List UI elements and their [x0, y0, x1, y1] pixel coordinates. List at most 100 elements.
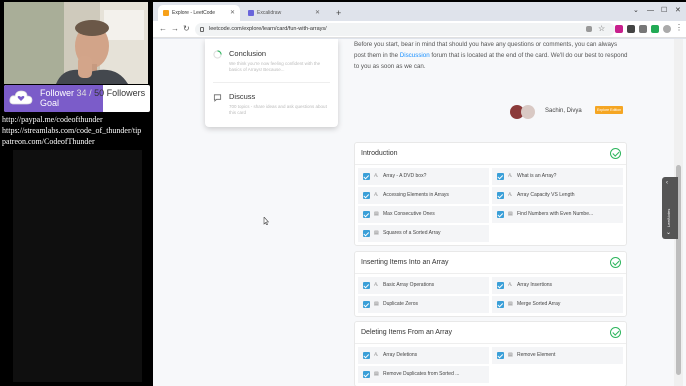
- tab-label: Excalidraw: [257, 10, 282, 16]
- close-tab-icon[interactable]: ✕: [315, 5, 320, 21]
- card-authors: Sachin, Divya Explore Edition: [508, 104, 626, 126]
- chapter-item[interactable]: 𝔸 Array Capacity VS Length: [492, 187, 623, 204]
- back-icon[interactable]: ←: [159, 23, 167, 35]
- extension-puzzle-icon[interactable]: [627, 25, 635, 33]
- close-window-icon[interactable]: ✕: [675, 6, 681, 16]
- streamlabs-link: https://streamlabs.com/code_of_thunder/t…: [2, 126, 142, 135]
- chapter-item-label: Duplicate Zeros: [383, 301, 419, 307]
- reload-icon[interactable]: ↻: [183, 23, 190, 35]
- close-tab-icon[interactable]: ✕: [230, 5, 235, 21]
- forward-icon[interactable]: →: [171, 23, 179, 35]
- leetnotes-side-tab[interactable]: ‹ LeetNotes ⌄: [662, 177, 678, 239]
- address-bar[interactable]: leetcode.com/explore/learn/card/fun-with…: [195, 23, 615, 36]
- chevron-down-icon: ⌄: [666, 230, 672, 236]
- side-tab-label: LeetNotes: [666, 208, 671, 227]
- chapter-section: Introduction 𝔸 Array - A DVD box? 𝔸 What is …: [354, 142, 627, 246]
- extension-icon[interactable]: [615, 25, 623, 33]
- chapter-item[interactable]: 𝔸 What is an Array?: [492, 168, 623, 185]
- share-icon[interactable]: [586, 26, 592, 32]
- chapter-title: Inserting Items Into an Array: [361, 259, 449, 266]
- chapter-section: Deleting Items From an Array 𝔸 Array Delet…: [354, 321, 627, 386]
- lock-icon: [200, 27, 204, 32]
- chapter-item[interactable]: 𝔸 Array - A DVD box?: [358, 168, 489, 185]
- card-chapter-dropdown: Conclusion We think you're now feeling c…: [205, 39, 338, 127]
- goal-separator: /: [89, 88, 92, 98]
- chapter-item-label: Basic Array Operations: [383, 282, 435, 288]
- question-icon: ▤: [374, 371, 379, 377]
- article-icon: 𝔸: [374, 173, 378, 179]
- chat-panel: [13, 150, 142, 382]
- card-intro-text: Before you start, bear in mind that shou…: [354, 39, 628, 72]
- chapter-item[interactable]: 𝔸 Array Deletions: [358, 347, 489, 364]
- avatar: [521, 105, 535, 119]
- checkbox-checked-icon: [363, 211, 370, 218]
- patreon-link: patreon.com/CodeofThunder: [2, 137, 95, 146]
- excalidraw-favicon-icon: [248, 10, 254, 16]
- chapter-item-label: Find Numbers with Even Numbe...: [517, 211, 594, 217]
- chapter-item[interactable]: ▤ Squares of a Sorted Array: [358, 225, 489, 242]
- chapter-item-label: Array Capacity VS Length: [517, 192, 575, 198]
- address-url: leetcode.com/explore/learn/card/fun-with…: [209, 26, 327, 32]
- tab-leetcode[interactable]: Explore - LeetCode ✕: [158, 5, 240, 21]
- chapter-header[interactable]: Deleting Items From an Array: [355, 322, 626, 344]
- chapter-header[interactable]: Inserting Items Into an Array: [355, 252, 626, 274]
- extension-icon[interactable]: [651, 25, 659, 33]
- chapter-item[interactable]: ▤ Merge Sorted Array: [492, 296, 623, 313]
- leetcode-favicon-icon: [163, 10, 169, 16]
- dropdown-item-discuss[interactable]: Discuss 700 topics - share ideas and ask…: [213, 92, 333, 116]
- author-names: Sachin, Divya: [545, 108, 582, 114]
- browser-toolbar: ← → ↻ leetcode.com/explore/learn/card/fu…: [153, 21, 686, 38]
- checkbox-checked-icon: [363, 173, 370, 180]
- chapter-item[interactable]: ▤ Remove Element: [492, 347, 623, 364]
- goal-title: Follower: [40, 88, 75, 98]
- chapter-item[interactable]: ▤ Duplicate Zeros: [358, 296, 489, 313]
- screen: Follower 34 / 50 Followers Goal http://p…: [0, 0, 686, 386]
- chapter-item[interactable]: ▤ Find Numbers with Even Numbe...: [492, 206, 623, 223]
- question-icon: ▤: [374, 301, 379, 307]
- chapter-item-label: Remove Duplicates from Sorted ...: [383, 371, 460, 377]
- chapter-item-label: Remove Element: [517, 352, 556, 358]
- dropdown-item-desc: 700 topics - share ideas and ask questio…: [229, 104, 327, 115]
- checkbox-checked-icon: [497, 301, 504, 308]
- completed-check-icon: [610, 327, 621, 338]
- chapter-header[interactable]: Introduction: [355, 143, 626, 165]
- chapter-item[interactable]: ▤ Max Consecutive Ones: [358, 206, 489, 223]
- tab-excalidraw[interactable]: Excalidraw ✕: [243, 5, 325, 21]
- chapter-item[interactable]: 𝔸 Basic Array Operations: [358, 277, 489, 294]
- checkbox-checked-icon: [363, 192, 370, 199]
- question-icon: ▤: [508, 211, 513, 217]
- bookmark-star-icon[interactable]: ☆: [598, 24, 605, 33]
- checkbox-checked-icon: [497, 352, 504, 359]
- tab-search-icon[interactable]: ⌄: [633, 6, 639, 16]
- new-tab-button[interactable]: +: [336, 5, 341, 21]
- discussion-link[interactable]: Discussion: [400, 52, 430, 59]
- article-icon: 𝔸: [508, 173, 512, 179]
- chapter-item[interactable]: 𝔸 Array Insertions: [492, 277, 623, 294]
- question-icon: ▤: [374, 211, 379, 217]
- paypal-link: http://paypal.me/codeofthunder: [2, 115, 103, 124]
- dropdown-item-conclusion[interactable]: Conclusion We think you're now feeling c…: [213, 49, 333, 73]
- profile-avatar[interactable]: [663, 25, 671, 33]
- donation-links: http://paypal.me/codeofthunder https://s…: [2, 114, 141, 147]
- page-viewport: Conclusion We think you're now feeling c…: [153, 39, 686, 386]
- sidebar-icon[interactable]: [639, 25, 647, 33]
- chapter-title: Introduction: [361, 150, 398, 157]
- chapter-item-label: Merge Sorted Array: [517, 301, 561, 307]
- question-icon: ▤: [374, 230, 379, 236]
- chapter-item-label: Array Insertions: [517, 282, 553, 288]
- article-icon: 𝔸: [374, 352, 378, 358]
- checkbox-checked-icon: [497, 282, 504, 289]
- follower-goal-text: Follower 34 / 50 Followers Goal: [40, 88, 150, 108]
- menu-kebab-icon[interactable]: ⋮: [675, 23, 683, 32]
- article-icon: 𝔸: [374, 192, 378, 198]
- chapter-item-label: Array - A DVD box?: [383, 173, 427, 179]
- chapter-item[interactable]: 𝔸 Accessing Elements in Arrays: [358, 187, 489, 204]
- minimize-icon[interactable]: —: [647, 6, 654, 16]
- chapter-items: 𝔸 Basic Array Operations 𝔸 Array Insertions…: [355, 274, 626, 316]
- chapter-item[interactable]: ▤ Remove Duplicates from Sorted ...: [358, 366, 489, 383]
- maximize-icon[interactable]: ☐: [661, 6, 667, 16]
- goal-target: 50: [94, 88, 105, 98]
- webcam-feed: [4, 2, 148, 84]
- chapter-item-label: Squares of a Sorted Array: [383, 230, 441, 236]
- divider: [213, 82, 330, 83]
